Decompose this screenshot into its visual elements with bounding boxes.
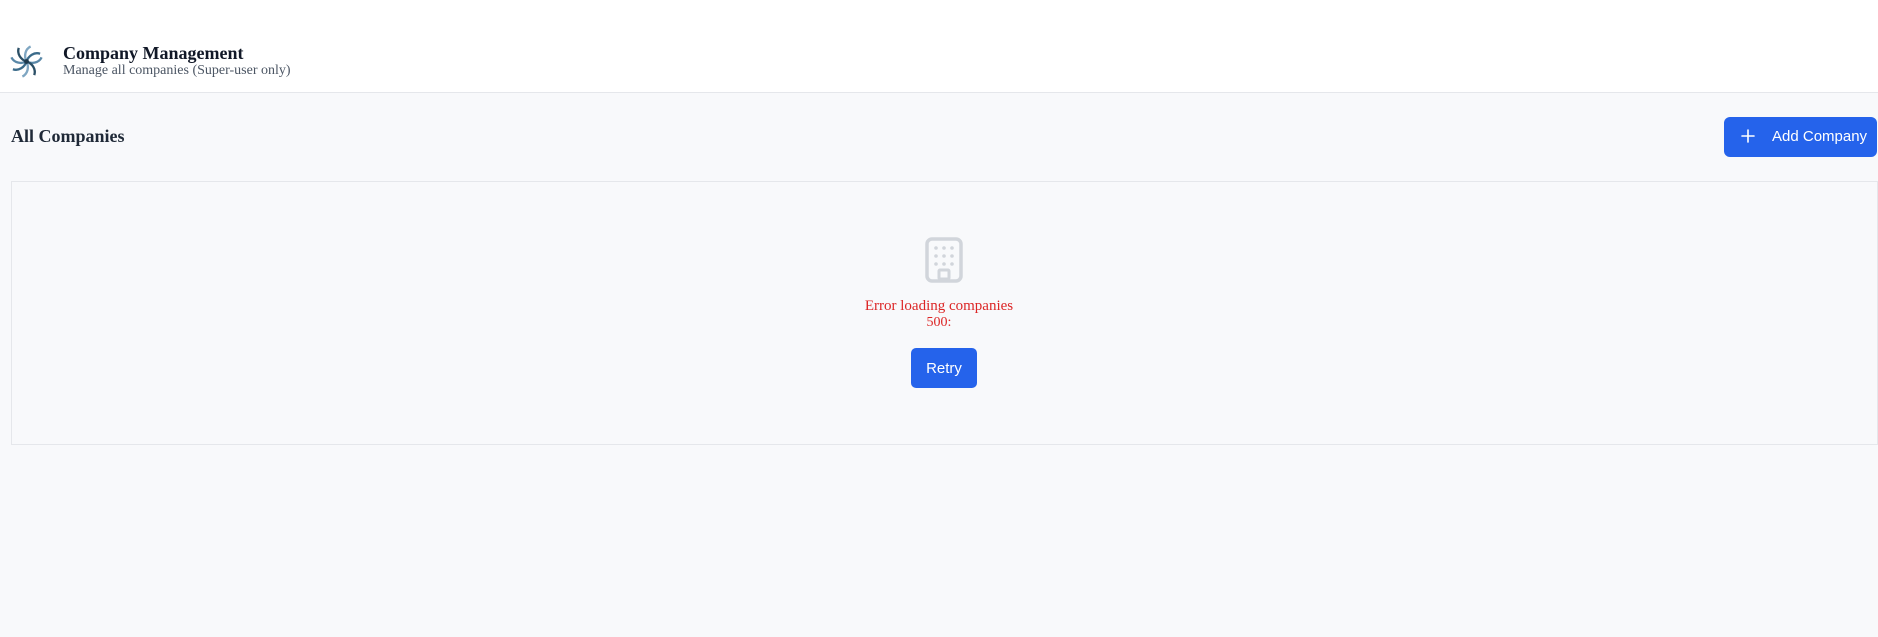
- add-company-label: Add Company: [1772, 128, 1868, 145]
- plus-icon: [1741, 129, 1755, 143]
- page-title: Company Management: [63, 43, 244, 63]
- page-subtitle: Manage all companies (Super-user only): [63, 63, 291, 78]
- error-message: Error loading companies: [864, 298, 1014, 314]
- pinwheel-logo-icon: [10, 45, 43, 78]
- add-company-button[interactable]: Add Company: [1724, 117, 1877, 157]
- retry-button[interactable]: Retry: [911, 348, 977, 388]
- page-header: Company Management Manage all companies …: [0, 0, 1878, 93]
- section-title: All Companies: [11, 126, 125, 146]
- error-code: 500:: [926, 315, 952, 330]
- building-icon: [925, 237, 963, 283]
